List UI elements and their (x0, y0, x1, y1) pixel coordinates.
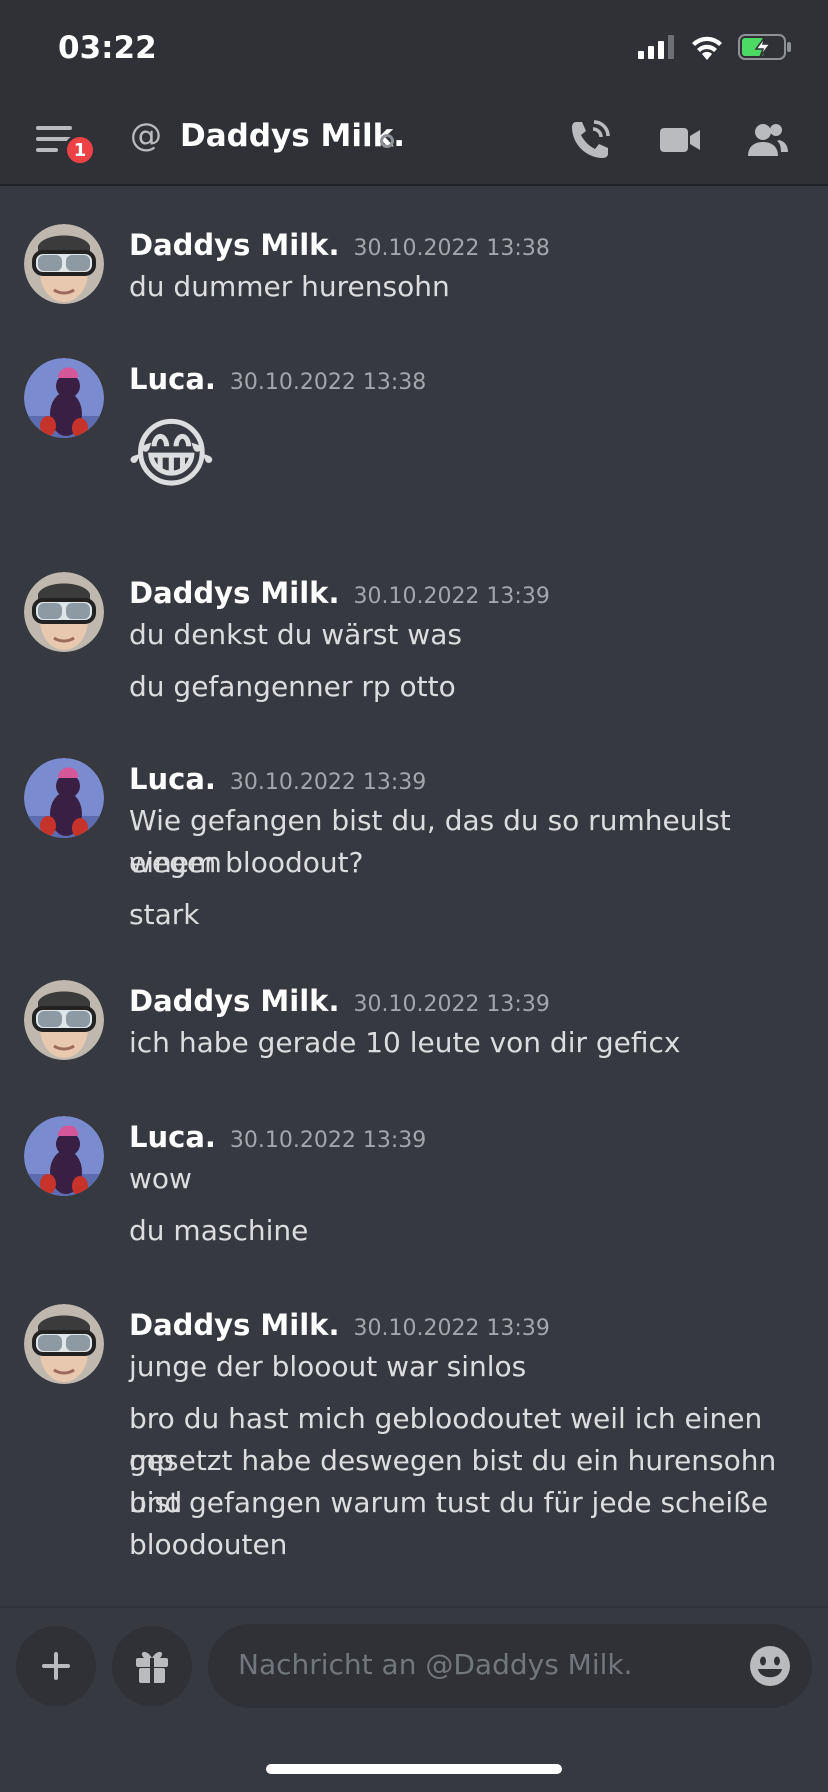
message-author[interactable]: Luca. 30.10.2022 13:39 (129, 762, 426, 796)
gift-button[interactable] (112, 1626, 192, 1706)
message-input-placeholder: Nachricht an @Daddys Milk. (238, 1648, 633, 1681)
emoji-picker-icon[interactable] (748, 1644, 792, 1688)
message-timestamp: 30.10.2022 13:38 (353, 236, 550, 261)
message-text: junge der blooout war sinlos (129, 1350, 527, 1383)
dm-title[interactable]: Daddys Milk. (180, 118, 405, 154)
message-text: einem bloodout? (129, 846, 364, 879)
laughing-emoji: 😂 (127, 409, 216, 498)
message-author[interactable]: Luca. 30.10.2022 13:39 (129, 1120, 426, 1154)
message-timestamp: 30.10.2022 13:39 (229, 1128, 427, 1153)
avatar-luca[interactable] (24, 358, 104, 438)
message-text: stark (129, 898, 200, 931)
message-author[interactable]: Daddys Milk. 30.10.2022 13:39 (129, 576, 550, 610)
message-timestamp: 30.10.2022 13:39 (353, 992, 550, 1017)
message-author[interactable]: Daddys Milk. 30.10.2022 13:38 (129, 228, 550, 262)
message-timestamp: 30.10.2022 13:39 (353, 584, 550, 609)
phone-call-icon[interactable] (568, 118, 612, 162)
message-text: du denkst du wärst was (129, 618, 462, 651)
signal-icon (638, 35, 674, 59)
gift-icon (136, 1651, 168, 1683)
message-author[interactable]: Daddys Milk. 30.10.2022 13:39 (129, 1308, 550, 1342)
wifi-icon (692, 36, 722, 60)
add-attachment-button[interactable] (16, 1626, 96, 1706)
avatar-daddys-milk[interactable] (24, 1304, 104, 1384)
channel-header: 1 @ Daddys Milk. (0, 96, 828, 184)
composer-divider (0, 1606, 828, 1608)
avatar-luca[interactable] (24, 758, 104, 838)
message-timestamp: 30.10.2022 13:38 (229, 370, 427, 395)
avatar-daddys-milk[interactable] (24, 224, 104, 304)
plus-icon (42, 1652, 70, 1680)
message-timestamp: 30.10.2022 13:39 (353, 1316, 550, 1341)
message-text: bloodouten (129, 1528, 288, 1561)
message-author[interactable]: Daddys Milk. 30.10.2022 13:39 (129, 984, 550, 1018)
status-icons (638, 34, 792, 60)
message-timestamp: 30.10.2022 13:39 (229, 770, 427, 795)
message-text: wow (129, 1162, 192, 1195)
notification-badge: 1 (64, 134, 96, 166)
at-icon: @ (130, 116, 162, 154)
message-input[interactable]: Nachricht an @Daddys Milk. (208, 1624, 812, 1708)
home-indicator (266, 1764, 562, 1774)
message-text: bist gefangen warum tust du für jede sch… (129, 1486, 769, 1519)
video-call-icon[interactable] (658, 118, 702, 162)
status-time: 03:22 (58, 30, 157, 66)
avatar-daddys-milk[interactable] (24, 980, 104, 1060)
battery-charging-icon (738, 34, 791, 60)
message-text: ich habe gerade 10 leute von dir geficx (129, 1026, 681, 1059)
members-icon[interactable] (746, 118, 790, 162)
avatar-luca[interactable] (24, 1116, 104, 1196)
offline-status-icon (380, 134, 394, 148)
header-divider (0, 184, 828, 186)
message-author[interactable]: Luca. 30.10.2022 13:38 (129, 362, 426, 396)
message-text: du dummer hurensohn (129, 270, 450, 303)
avatar-daddys-milk[interactable] (24, 572, 104, 652)
message-text: du maschine (129, 1214, 309, 1247)
message-text: du gefangenner rp otto (129, 670, 456, 703)
